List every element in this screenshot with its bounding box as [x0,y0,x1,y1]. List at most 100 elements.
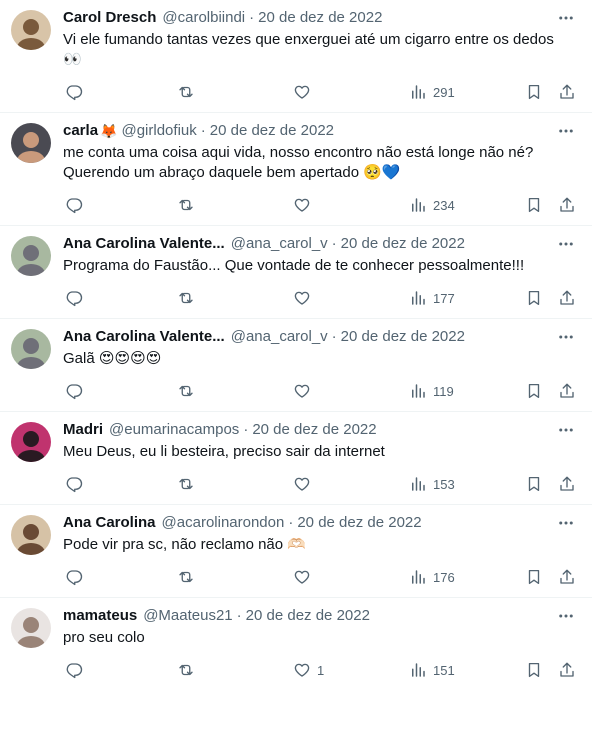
tweet[interactable]: Madri @eumarinacampos · 20 de dez de 202… [0,412,592,505]
avatar[interactable] [11,329,51,369]
more-icon[interactable] [556,606,576,626]
share-button[interactable] [558,381,576,401]
retweet-button[interactable] [177,567,195,587]
user-handle[interactable]: @ana_carol_v [231,327,328,347]
tweet-date[interactable]: 20 de dez de 2022 [210,121,334,141]
separator-dot: · [331,328,337,345]
display-name[interactable]: Ana Carolina Valente... [63,234,225,254]
retweet-button[interactable] [177,82,195,102]
share-button[interactable] [558,660,576,680]
retweet-button[interactable] [177,288,195,308]
tweet[interactable]: mamateus @Maateus21 · 20 de dez de 2022 … [0,598,592,680]
heart-icon [294,291,310,305]
like-button[interactable] [293,567,317,587]
display-name[interactable]: Madri [63,420,103,440]
views-button[interactable]: 176 [409,567,455,587]
tweet-date[interactable]: 20 de dez de 2022 [341,327,465,347]
views-icon [412,85,425,99]
separator-dot: · [236,607,242,624]
bookmark-button[interactable] [525,82,543,102]
share-button[interactable] [558,288,576,308]
avatar[interactable] [11,422,51,462]
share-button[interactable] [558,82,576,102]
retweet-icon [179,664,193,676]
share-button[interactable] [558,195,576,215]
tweet-date[interactable]: 20 de dez de 2022 [258,8,382,28]
user-handle[interactable]: @girldofiuk [121,121,196,141]
tweet[interactable]: carla 🦊 @girldofiuk · 20 de dez de 2022 … [0,113,592,226]
bookmark-button[interactable] [525,195,543,215]
tweet-text: Programa do Faustão... Que vontade de te… [63,257,525,274]
retweet-button[interactable] [177,381,195,401]
reply-button[interactable] [65,474,83,494]
tweet-date[interactable]: 20 de dez de 2022 [246,606,370,626]
retweet-button[interactable] [177,474,195,494]
views-button[interactable]: 119 [409,381,454,401]
like-button[interactable] [293,195,317,215]
tweet-date[interactable]: 20 de dez de 2022 [252,420,376,440]
like-button[interactable]: 1 [293,660,324,680]
tweet-text: Vi ele fumando tantas vezes que enxergue… [63,31,559,68]
reply-button[interactable] [65,195,83,215]
bookmark-button[interactable] [525,288,543,308]
share-button[interactable] [558,474,576,494]
avatar-image [11,515,51,555]
tweet-header: Ana Carolina Valente... @ana_carol_v · 2… [63,234,576,254]
display-name[interactable]: Carol Dresch [63,8,156,28]
user-handle[interactable]: @acarolinarondon [162,513,285,533]
reply-icon [66,85,83,101]
avatar-image [11,422,51,462]
like-button[interactable] [293,288,317,308]
more-icon[interactable] [556,327,576,347]
bookmark-button[interactable] [525,474,543,494]
share-icon [560,569,574,584]
bookmark-button[interactable] [525,660,543,680]
avatar[interactable] [11,236,51,276]
heart-icon [294,477,310,491]
avatar[interactable] [11,515,51,555]
user-handle[interactable]: @ana_carol_v [231,234,328,254]
more-icon[interactable] [556,121,576,141]
avatar[interactable] [11,608,51,648]
views-button[interactable]: 153 [409,474,455,494]
views-button[interactable]: 177 [409,288,455,308]
views-button[interactable]: 151 [409,660,455,680]
tweet[interactable]: Ana Carolina Valente... @ana_carol_v · 2… [0,226,592,319]
display-name[interactable]: Ana Carolina [63,513,156,533]
tweet[interactable]: Ana Carolina Valente... @ana_carol_v · 2… [0,319,592,412]
reply-button[interactable] [65,381,83,401]
more-icon[interactable] [556,8,576,28]
tweet-date[interactable]: 20 de dez de 2022 [341,234,465,254]
bookmark-button[interactable] [525,567,543,587]
tweet-actions: 153 [63,474,576,494]
views-button[interactable]: 291 [409,82,455,102]
bookmark-icon [528,476,540,492]
share-icon [560,383,574,398]
retweet-button[interactable] [177,660,195,680]
tweet[interactable]: Carol Dresch @carolbiindi · 20 de dez de… [0,0,592,113]
display-name[interactable]: carla [63,121,98,141]
like-button[interactable] [293,82,317,102]
user-handle[interactable]: @carolbiindi [162,8,245,28]
retweet-button[interactable] [177,195,195,215]
views-button[interactable]: 234 [409,195,455,215]
display-name[interactable]: Ana Carolina Valente... [63,327,225,347]
reply-button[interactable] [65,567,83,587]
tweet[interactable]: Ana Carolina @acarolinarondon · 20 de de… [0,505,592,598]
reply-button[interactable] [65,288,83,308]
display-name[interactable]: mamateus [63,606,137,626]
reply-button[interactable] [65,660,83,680]
like-button[interactable] [293,474,317,494]
avatar[interactable] [11,10,51,50]
user-handle[interactable]: @eumarinacampos [109,420,239,440]
bookmark-button[interactable] [525,381,543,401]
more-icon[interactable] [556,234,576,254]
more-icon[interactable] [556,420,576,440]
like-button[interactable] [293,381,317,401]
share-button[interactable] [558,567,576,587]
tweet-date[interactable]: 20 de dez de 2022 [297,513,421,533]
user-handle[interactable]: @Maateus21 [143,606,232,626]
reply-button[interactable] [65,82,83,102]
avatar[interactable] [11,123,51,163]
more-icon[interactable] [556,513,576,533]
